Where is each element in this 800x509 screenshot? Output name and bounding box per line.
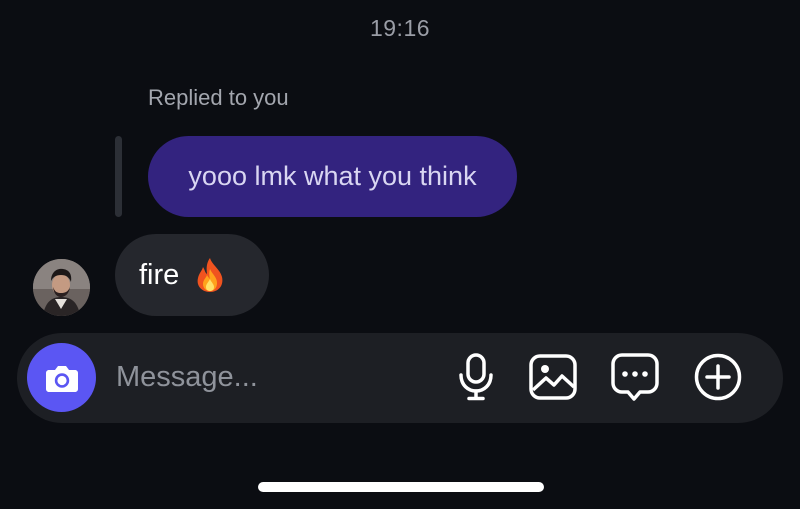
incoming-message-text: fire [139,258,180,291]
chat-screen: 19:16 Replied to you yooo lmk what you t… [0,0,800,509]
gallery-icon [529,354,577,400]
avatar[interactable] [33,259,90,316]
more-options-button[interactable] [693,352,743,402]
sticker-chat-icon [611,353,659,401]
reply-caption: Replied to you [148,85,289,110]
plus-circle-icon [694,353,742,401]
camera-button[interactable] [27,343,96,412]
incoming-message-bubble[interactable]: fire [115,234,269,316]
camera-icon [45,365,78,392]
avatar-photo [33,259,90,316]
message-input[interactable] [116,355,426,399]
replied-message-bubble[interactable]: yooo lmk what you think [148,136,517,217]
fire-emoji-icon [197,258,223,292]
microphone-icon [459,353,493,401]
gallery-button[interactable] [528,352,578,402]
sticker-button[interactable] [610,352,660,402]
message-timestamp: 19:16 [369,15,431,41]
voice-message-button[interactable] [451,352,501,402]
reply-indicator-bar [115,136,122,217]
home-indicator[interactable] [258,482,544,492]
